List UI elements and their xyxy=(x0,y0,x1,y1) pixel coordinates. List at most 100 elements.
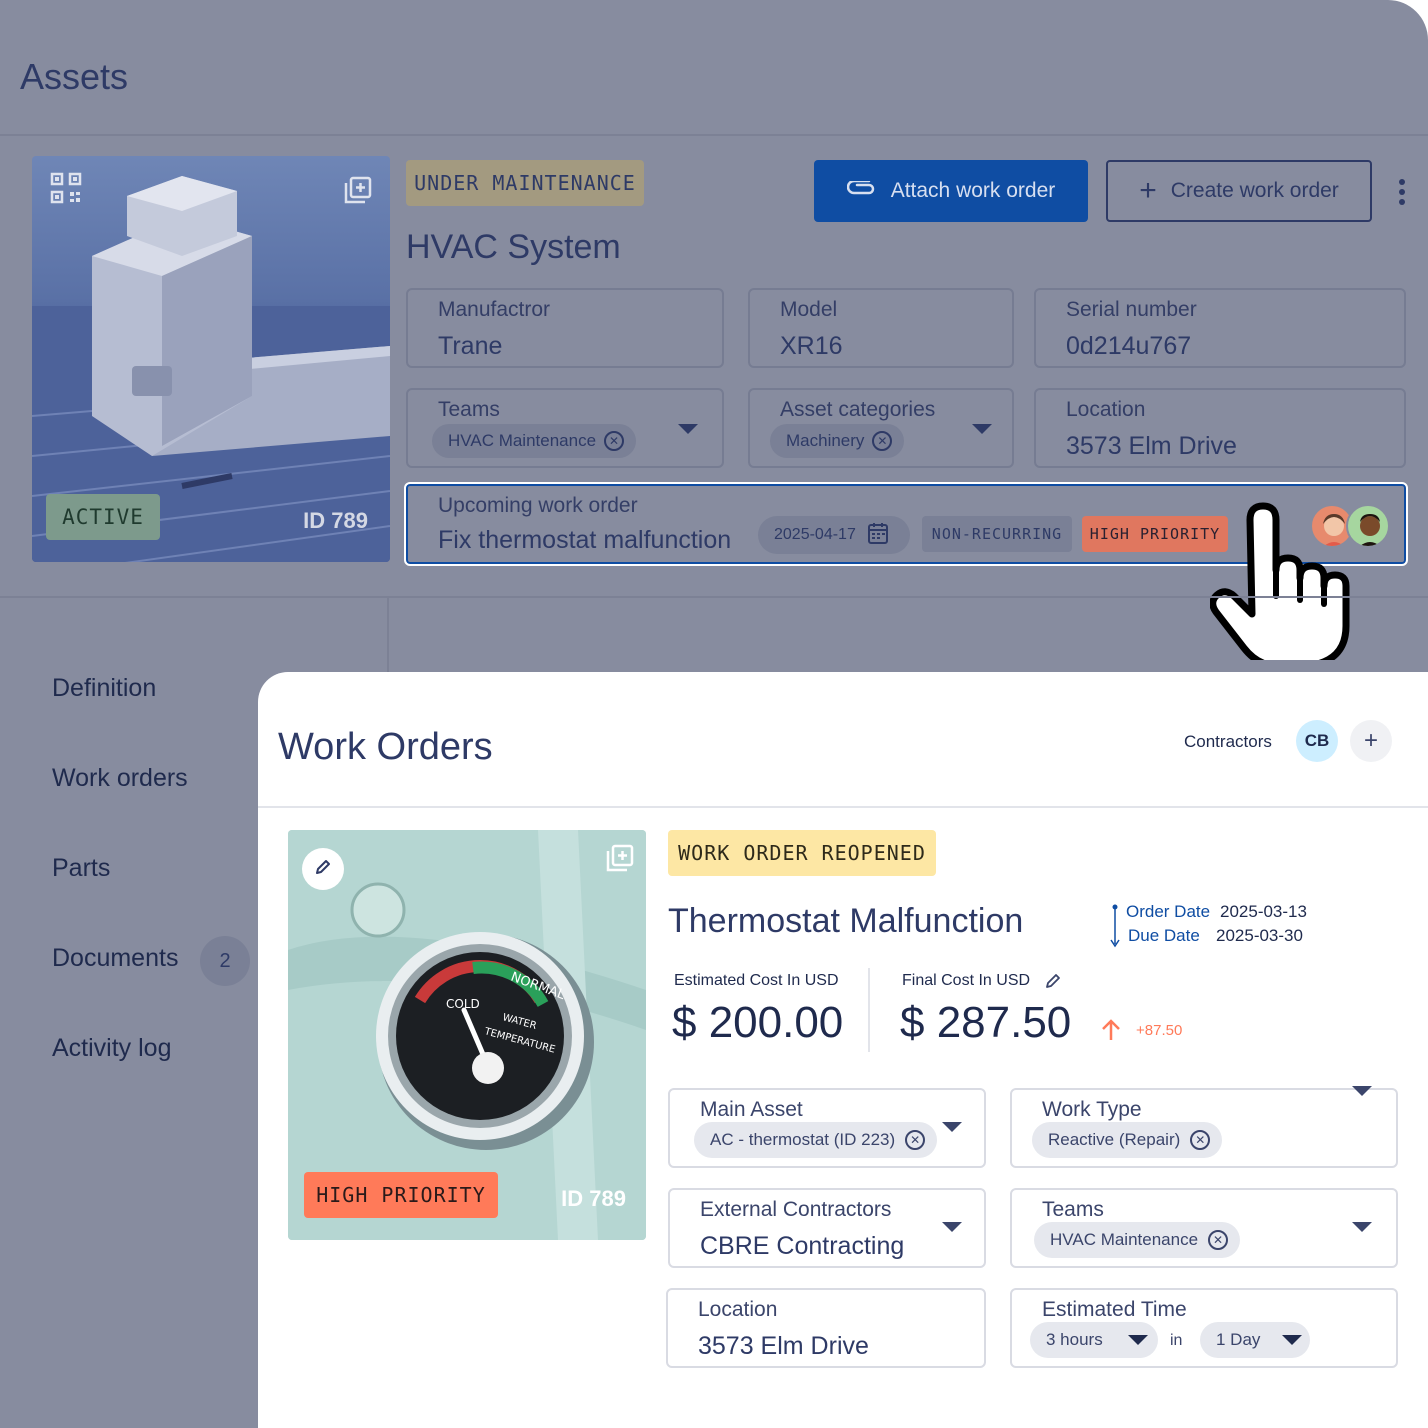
work-order-photo: NORMAL COLD WATER TEMPERATURE HIGH PRIOR… xyxy=(288,830,646,1240)
asset-categories-label: Asset categories xyxy=(780,398,936,421)
work-orders-panel: Work Orders Contractors CB + NORMAL COLD… xyxy=(258,672,1428,1428)
order-date-label: Order Date xyxy=(1126,902,1211,921)
add-image-icon[interactable] xyxy=(606,844,634,872)
due-date-label: Due Date xyxy=(1128,926,1200,945)
external-contractors-label: External Contractors xyxy=(700,1198,892,1221)
main-asset-chip-label: AC - thermostat (ID 223) xyxy=(710,1130,896,1149)
due-date-value: 2025-04-17 xyxy=(774,526,856,543)
teams-label: Teams xyxy=(1042,1198,1104,1221)
recurrence-badge: NON-RECURRING xyxy=(922,516,1072,552)
model-value: XR16 xyxy=(780,332,843,360)
add-image-icon[interactable] xyxy=(344,176,372,204)
team-chip-label: HVAC Maintenance xyxy=(1050,1230,1199,1249)
asset-name: HVAC System xyxy=(406,228,621,266)
hours-value: 3 hours xyxy=(1046,1330,1103,1349)
serial-number-value: 0d214u767 xyxy=(1066,332,1192,360)
work-order-name: Thermostat Malfunction xyxy=(668,902,1024,940)
chevron-down-icon[interactable] xyxy=(942,1222,962,1232)
more-options-icon[interactable] xyxy=(1396,178,1408,206)
asset-id-label: ID 789 xyxy=(303,508,368,533)
estimated-time-field[interactable]: Estimated Time 3 hours in 1 Day xyxy=(1010,1288,1398,1368)
work-orders-title: Work Orders xyxy=(278,726,493,768)
remove-chip-icon[interactable]: ✕ xyxy=(1208,1230,1229,1250)
serial-number-field[interactable]: Serial number 0d214u767 xyxy=(1034,288,1406,368)
priority-badge: HIGH PRIORITY xyxy=(1082,516,1228,552)
avatar xyxy=(1346,504,1390,548)
team-chip: HVAC Maintenance ✕ xyxy=(1034,1222,1241,1258)
contractors-label: Contractors xyxy=(1184,732,1272,751)
estimated-time-label: Estimated Time xyxy=(1042,1298,1187,1321)
hours-select[interactable]: 3 hours xyxy=(1030,1322,1158,1358)
location-label: Location xyxy=(1066,398,1146,421)
asset-photo: ACTIVE ID 789 xyxy=(32,156,390,562)
order-date-value: 2025-03-13 xyxy=(1220,902,1307,921)
upcoming-work-order-title: Fix thermostat malfunction xyxy=(438,526,732,554)
chevron-down-icon[interactable] xyxy=(1352,1222,1372,1232)
location-field[interactable]: Location 3573 Elm Drive xyxy=(1034,388,1406,468)
remove-chip-icon[interactable]: ✕ xyxy=(604,431,625,451)
estimated-cost-value: $ 200.00 xyxy=(672,998,844,1047)
header-divider xyxy=(0,134,1428,136)
chevron-down-icon[interactable] xyxy=(972,424,992,434)
location-value: 3573 Elm Drive xyxy=(1066,432,1237,460)
edit-cost-pencil-icon[interactable] xyxy=(1044,972,1062,990)
chevron-down-icon[interactable] xyxy=(942,1122,962,1132)
category-chip: Machinery ✕ xyxy=(770,424,905,458)
work-type-select[interactable]: Work Type Reactive (Repair) ✕ xyxy=(1010,1086,1398,1168)
location-field[interactable]: Location 3573 Elm Drive xyxy=(666,1288,986,1368)
plus-icon: + xyxy=(1139,174,1157,207)
due-date-chip[interactable]: 2025-04-17 xyxy=(758,516,910,554)
calendar-icon xyxy=(867,522,888,549)
nav-item-definition[interactable]: Definition xyxy=(52,674,156,703)
external-contractors-value: CBRE Contracting xyxy=(700,1232,905,1260)
team-chip-label: HVAC Maintenance xyxy=(448,431,597,450)
teams-select[interactable]: Teams HVAC Maintenance ✕ xyxy=(406,388,724,468)
manufacturer-field[interactable]: Manufactror Trane xyxy=(406,288,724,368)
nav-item-documents[interactable]: Documents xyxy=(52,944,178,973)
asset-status-badge: ACTIVE xyxy=(46,494,160,540)
svg-text:COLD: COLD xyxy=(446,997,480,1011)
qr-code-icon[interactable] xyxy=(50,172,82,204)
teams-select[interactable]: Teams HVAC Maintenance ✕ xyxy=(1010,1188,1398,1268)
asset-categories-select[interactable]: Asset categories Machinery ✕ xyxy=(748,388,1014,468)
nav-item-work-orders[interactable]: Work orders xyxy=(52,764,188,793)
remove-chip-icon[interactable]: ✕ xyxy=(1190,1130,1211,1150)
chevron-down-icon xyxy=(1282,1335,1302,1345)
edit-photo-button[interactable] xyxy=(302,848,344,890)
hand-pointer-cursor-icon xyxy=(1209,500,1350,670)
arrow-up-icon xyxy=(1100,1018,1122,1042)
contractor-avatar[interactable]: CB xyxy=(1296,720,1338,762)
teams-label: Teams xyxy=(438,398,500,421)
remove-chip-icon[interactable]: ✕ xyxy=(905,1130,926,1150)
in-label: in xyxy=(1170,1332,1183,1349)
days-select[interactable]: 1 Day xyxy=(1200,1322,1310,1358)
main-asset-select[interactable]: Main Asset AC - thermostat (ID 223) ✕ xyxy=(668,1088,986,1168)
pencil-icon xyxy=(314,858,332,881)
estimated-cost-label: Estimated Cost In USD xyxy=(674,972,839,989)
panel-divider xyxy=(258,806,1428,808)
serial-number-label: Serial number xyxy=(1066,298,1197,321)
documents-count-badge: 2 xyxy=(200,936,250,986)
main-asset-label: Main Asset xyxy=(700,1098,803,1121)
nav-item-activity-log[interactable]: Activity log xyxy=(52,1034,171,1063)
create-work-order-button[interactable]: + Create work order xyxy=(1106,160,1372,222)
location-label: Location xyxy=(698,1298,778,1321)
nav-item-parts[interactable]: Parts xyxy=(52,854,110,883)
chevron-down-icon[interactable] xyxy=(1352,1086,1372,1096)
add-contractor-button[interactable]: + xyxy=(1350,720,1392,762)
page-title: Assets xyxy=(20,56,129,97)
model-field[interactable]: Model XR16 xyxy=(748,288,1014,368)
final-cost-value: $ 287.50 xyxy=(900,998,1072,1047)
section-divider xyxy=(0,596,1428,598)
model-label: Model xyxy=(780,298,838,321)
external-contractors-select[interactable]: External Contractors CBRE Contracting xyxy=(668,1188,986,1268)
cost-difference: +87.50 xyxy=(1136,1022,1183,1039)
paperclip-icon xyxy=(846,179,875,202)
work-type-chip-label: Reactive (Repair) xyxy=(1048,1130,1181,1149)
attach-work-order-button[interactable]: Attach work order xyxy=(814,160,1088,222)
chevron-down-icon[interactable] xyxy=(678,424,698,434)
location-value: 3573 Elm Drive xyxy=(698,1332,869,1360)
upcoming-work-order-label: Upcoming work order xyxy=(438,494,638,517)
cost-divider xyxy=(868,968,870,1052)
remove-chip-icon[interactable]: ✕ xyxy=(872,431,893,451)
